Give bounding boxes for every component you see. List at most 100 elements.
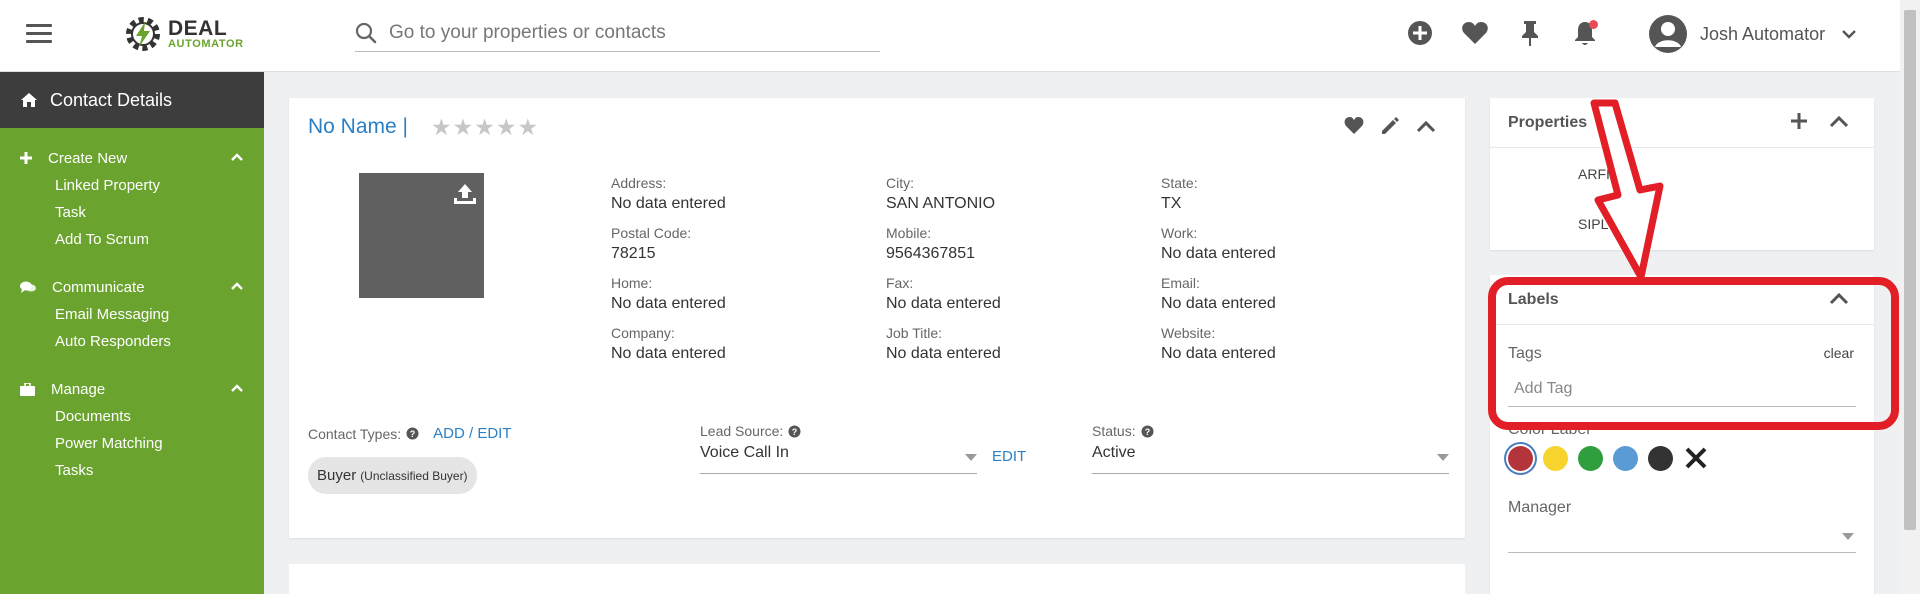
secondary-card	[289, 564, 1465, 594]
field-work: Work: No data entered	[1161, 225, 1276, 262]
sidebar: Contact Details Create New Linked Proper…	[0, 72, 264, 594]
logo-automator-text: AUTOMATOR	[168, 38, 244, 50]
lead-source-label-row: Lead Source: ?	[700, 423, 801, 439]
sidebar-item-linked-property[interactable]: Linked Property	[0, 176, 264, 203]
field-address: Address: No data entered	[611, 175, 726, 212]
search-icon	[355, 22, 377, 43]
hamburger-menu-icon[interactable]	[26, 24, 52, 46]
star-icon[interactable]: ★	[453, 116, 474, 139]
lead-source-select[interactable]: Voice Call In	[700, 444, 977, 474]
gear-bolt-logo-icon	[126, 17, 160, 51]
field-postal-code: Postal Code: 78215	[611, 225, 692, 262]
dropdown-caret-icon	[1842, 533, 1854, 540]
collapse-chevron-up-icon[interactable]	[1828, 112, 1850, 130]
add-tag-input[interactable]	[1508, 371, 1856, 407]
labels-panel: Labels Tags clear Color Label Manager	[1490, 275, 1874, 594]
svg-text:?: ?	[1144, 427, 1150, 437]
sidebar-item-tasks[interactable]: Tasks	[0, 461, 264, 488]
upload-photo-icon[interactable]	[452, 181, 478, 207]
notification-dot	[1589, 20, 1598, 29]
chevron-down-icon	[1842, 30, 1856, 39]
scrollbar-thumb[interactable]	[1904, 10, 1916, 530]
user-menu[interactable]: Josh Automator	[1648, 14, 1857, 54]
plus-icon	[20, 152, 32, 164]
favorite-heart-icon[interactable]	[1343, 116, 1365, 136]
contact-types-label: Contact Types:	[308, 425, 402, 442]
search-input[interactable]	[389, 21, 859, 44]
field-city: City: SAN ANTONIO	[886, 175, 996, 212]
sidebar-section-create-new: Create New Linked Property Task Add To S…	[0, 148, 264, 257]
sidebar-item-add-to-scrum[interactable]: Add To Scrum	[0, 230, 264, 257]
sidebar-header[interactable]: Contact Details	[0, 72, 264, 128]
tags-label: Tags	[1508, 345, 1542, 362]
edit-pencil-icon[interactable]	[1379, 116, 1401, 136]
star-icon[interactable]: ★	[496, 116, 517, 139]
notification-bell-icon[interactable]	[1570, 18, 1600, 48]
add-edit-contact-types-link[interactable]: ADD / EDIT	[433, 425, 511, 442]
chevron-up-icon[interactable]	[230, 383, 244, 393]
color-swatch-black[interactable]	[1648, 445, 1673, 471]
contact-type-chip[interactable]: Buyer (Unclassified Buyer)	[308, 457, 477, 494]
logo-deal-text: DEAL	[168, 17, 228, 40]
sidebar-section-communicate: Communicate Email Messaging Auto Respond…	[0, 277, 264, 359]
contact-name[interactable]: No Name |	[308, 115, 408, 139]
color-swatches	[1508, 445, 1709, 471]
contact-fields-grid: Address: No data entered City: SAN ANTONIO…	[611, 175, 1436, 363]
add-circle-icon[interactable]	[1405, 18, 1435, 48]
collapse-chevron-up-icon[interactable]	[1828, 289, 1850, 307]
star-icon[interactable]: ★	[518, 116, 539, 139]
property-line[interactable]: SIPL	[1578, 216, 1608, 232]
chevron-up-icon[interactable]	[230, 152, 244, 162]
color-swatch-yellow[interactable]	[1543, 445, 1568, 471]
pin-icon[interactable]	[1515, 18, 1545, 48]
svg-text:?: ?	[792, 427, 798, 437]
color-swatch-blue[interactable]	[1613, 445, 1638, 471]
field-website: Website: No data entered	[1161, 325, 1276, 362]
star-rating[interactable]: ★ ★ ★ ★ ★	[431, 116, 539, 139]
help-question-icon[interactable]: ?	[406, 427, 419, 440]
color-label-title: Color Label	[1508, 421, 1590, 438]
status-select[interactable]: Active	[1092, 444, 1449, 474]
labels-panel-title: Labels	[1508, 290, 1559, 308]
field-job-title: Job Title: No data entered	[886, 325, 1001, 362]
dropdown-caret-icon	[965, 454, 977, 461]
heart-icon[interactable]	[1460, 18, 1490, 48]
sidebar-item-power-matching[interactable]: Power Matching	[0, 434, 264, 461]
star-icon[interactable]: ★	[431, 116, 452, 139]
sidebar-section-title[interactable]: Manage	[0, 379, 264, 399]
chevron-up-icon[interactable]	[230, 281, 244, 291]
field-home: Home: No data entered	[611, 275, 726, 312]
help-question-icon[interactable]: ?	[788, 425, 801, 438]
clear-tags-link[interactable]: clear	[1824, 345, 1854, 361]
deal-automator-logo[interactable]: DEAL AUTOMATOR	[122, 12, 244, 56]
star-icon[interactable]: ★	[474, 116, 495, 139]
help-question-icon[interactable]: ?	[1141, 425, 1154, 438]
lead-source-edit-link[interactable]: EDIT	[992, 448, 1026, 465]
sidebar-item-task[interactable]: Task	[0, 203, 264, 230]
page-scrollbar[interactable]	[1900, 0, 1920, 594]
color-swatch-red[interactable]	[1508, 445, 1533, 471]
property-line[interactable]: ARFIE	[1578, 166, 1619, 182]
collapse-chevron-up-icon[interactable]	[1415, 116, 1437, 136]
sidebar-item-email-messaging[interactable]: Email Messaging	[0, 305, 264, 332]
color-swatch-green[interactable]	[1578, 445, 1603, 471]
avatar-icon	[1649, 15, 1687, 53]
top-bar: DEAL AUTOMATOR Josh Automator	[0, 0, 1900, 72]
sidebar-item-auto-responders[interactable]: Auto Responders	[0, 332, 264, 359]
clear-color-x-icon[interactable]	[1683, 445, 1709, 471]
sidebar-section-title[interactable]: Communicate	[0, 277, 264, 297]
sidebar-title: Contact Details	[50, 89, 173, 110]
field-company: Company: No data entered	[611, 325, 726, 362]
add-property-plus-icon[interactable]	[1790, 112, 1808, 130]
field-state: State: TX	[1161, 175, 1198, 212]
dropdown-caret-icon	[1437, 454, 1449, 461]
field-fax: Fax: No data entered	[886, 275, 1001, 312]
briefcase-icon	[20, 382, 35, 396]
sidebar-item-documents[interactable]: Documents	[0, 407, 264, 434]
manager-select[interactable]	[1508, 523, 1856, 553]
contact-photo-placeholder[interactable]	[359, 173, 484, 298]
field-mobile: Mobile: 9564367851	[886, 225, 975, 262]
contact-types-row: Contact Types: ? ADD / EDIT	[308, 425, 511, 442]
sidebar-section-manage: Manage Documents Power Matching Tasks	[0, 379, 264, 488]
sidebar-section-title[interactable]: Create New	[0, 148, 264, 168]
